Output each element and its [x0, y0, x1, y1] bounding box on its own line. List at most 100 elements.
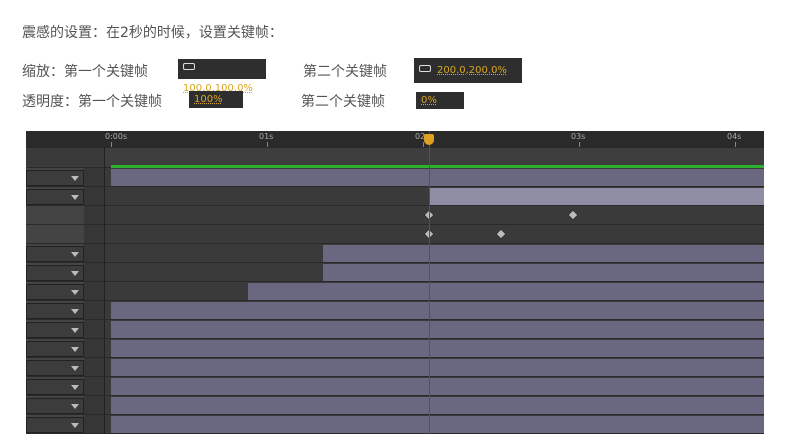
layer-column	[84, 301, 104, 319]
chevron-down-icon	[71, 290, 79, 295]
tick-label: 04s	[727, 132, 742, 141]
layer-bar[interactable]	[111, 321, 764, 338]
tick-mark	[735, 142, 736, 147]
layer-column	[84, 168, 104, 186]
layer-controls	[26, 225, 104, 243]
layer-bar[interactable]	[429, 188, 764, 205]
layer-column	[84, 377, 104, 395]
opacity-label: 透明度：第一个关键帧	[22, 94, 162, 110]
time-ruler[interactable]: 0:00s 01s 02s 03s 04s	[26, 131, 764, 149]
layer-row[interactable]	[26, 301, 764, 320]
layer-column	[84, 358, 104, 376]
layer-row[interactable]	[26, 168, 764, 187]
layer-controls	[26, 187, 104, 205]
scale-value-1[interactable]: 100.0,100.0%	[178, 59, 266, 94]
layer-bar[interactable]	[248, 283, 764, 300]
scale-value-2[interactable]: 200.0,200.0%	[414, 58, 522, 83]
layer-row[interactable]	[26, 263, 764, 282]
mode-dropdown[interactable]	[26, 284, 84, 300]
layer-bar[interactable]	[111, 340, 764, 357]
tick-mark	[579, 142, 580, 147]
panel-divider[interactable]	[104, 148, 105, 434]
chevron-down-icon	[71, 385, 79, 390]
tick-mark	[111, 142, 112, 147]
layer-bar[interactable]	[111, 416, 764, 433]
mode-dropdown[interactable]	[26, 417, 84, 433]
layer-bar[interactable]	[111, 359, 764, 376]
mode-dropdown[interactable]	[26, 189, 84, 205]
scale-label-2: 第二个关键帧	[303, 64, 387, 80]
mode-dropdown[interactable]	[26, 341, 84, 357]
tick-mark	[267, 142, 268, 147]
layer-controls	[26, 320, 104, 338]
keyframe-diamond-icon[interactable]	[567, 209, 579, 221]
chevron-down-icon	[71, 328, 79, 333]
layer-row[interactable]	[26, 358, 764, 377]
layer-row[interactable]	[26, 187, 764, 206]
mode-dropdown[interactable]	[26, 322, 84, 338]
layer-column	[84, 187, 104, 205]
layer-row[interactable]	[26, 282, 764, 301]
layer-row[interactable]	[26, 396, 764, 415]
layer-controls	[26, 415, 104, 433]
mode-dropdown[interactable]	[26, 360, 84, 376]
mode-dropdown[interactable]	[26, 398, 84, 414]
layer-bar[interactable]	[111, 169, 764, 186]
mode-dropdown[interactable]	[26, 303, 84, 319]
mode-dropdown[interactable]	[26, 265, 84, 281]
tick-label: 01s	[259, 132, 274, 141]
opacity-value-2[interactable]: 0%	[416, 92, 464, 109]
layer-bar[interactable]	[111, 302, 764, 319]
layer-column	[84, 415, 104, 433]
mode-dropdown[interactable]	[26, 170, 84, 186]
layer-row[interactable]	[26, 415, 764, 434]
chevron-down-icon	[71, 347, 79, 352]
chevron-down-icon	[71, 366, 79, 371]
layer-controls	[26, 168, 104, 186]
layer-controls	[26, 244, 104, 262]
chevron-down-icon	[71, 271, 79, 276]
playhead-line[interactable]	[429, 131, 431, 434]
layer-bar[interactable]	[111, 397, 764, 414]
layer-column	[84, 339, 104, 357]
layer-controls	[26, 377, 104, 395]
chevron-down-icon	[71, 176, 79, 181]
opacity-value-1[interactable]: 100%	[189, 91, 243, 108]
chevron-down-icon	[71, 423, 79, 428]
layer-row[interactable]	[26, 339, 764, 358]
tick-label: 0:00s	[105, 132, 128, 141]
chevron-down-icon	[71, 195, 79, 200]
property-row[interactable]	[26, 225, 764, 244]
timeline-panel: 0:00s 01s 02s 03s 04s	[26, 131, 764, 434]
layer-controls	[26, 263, 104, 281]
tick-label: 03s	[571, 132, 586, 141]
layer-row[interactable]	[26, 377, 764, 396]
layer-controls	[26, 396, 104, 414]
layer-column	[84, 320, 104, 338]
chevron-down-icon	[71, 309, 79, 314]
layer-column	[84, 282, 104, 300]
layer-controls	[26, 339, 104, 357]
mode-dropdown[interactable]	[26, 379, 84, 395]
link-icon	[419, 64, 431, 72]
layer-column	[84, 396, 104, 414]
layer-controls	[26, 358, 104, 376]
keyframe-diamond-icon[interactable]	[495, 228, 507, 240]
layer-row[interactable]	[26, 244, 764, 263]
chevron-down-icon	[71, 404, 79, 409]
layer-column	[84, 244, 104, 262]
layer-column	[84, 206, 104, 224]
link-icon	[183, 62, 195, 70]
layer-bar[interactable]	[111, 378, 764, 395]
layer-bar[interactable]	[323, 245, 764, 262]
layer-bar[interactable]	[323, 264, 764, 281]
work-area-left	[26, 148, 104, 166]
mode-dropdown[interactable]	[26, 246, 84, 262]
layer-row[interactable]	[26, 320, 764, 339]
chevron-down-icon	[71, 252, 79, 257]
layer-column	[84, 225, 104, 243]
layer-controls	[26, 282, 104, 300]
layer-controls	[26, 206, 104, 224]
property-row[interactable]	[26, 206, 764, 225]
heading: 震感的设置：在2秒的时候，设置关键帧：	[22, 25, 283, 41]
